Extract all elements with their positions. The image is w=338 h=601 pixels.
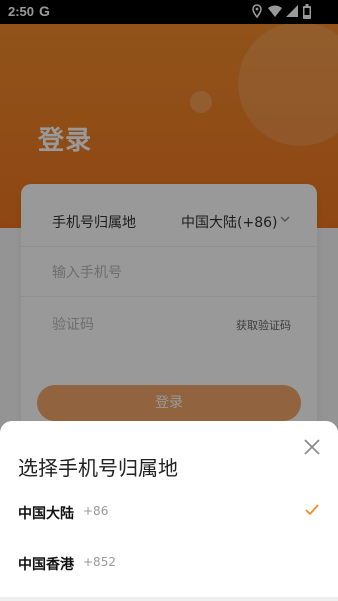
region-bottom-sheet: 选择手机号归属地 中国大陆 +86 中国香港 +852 bbox=[0, 421, 338, 601]
region-option-code: +852 bbox=[83, 555, 116, 569]
region-option-code: +86 bbox=[83, 504, 109, 518]
region-option-mainland[interactable]: 中国大陆 +86 bbox=[0, 487, 338, 537]
region-option-name: 中国大陆 bbox=[18, 506, 74, 522]
region-option-name: 中国香港 bbox=[18, 557, 74, 573]
close-icon[interactable] bbox=[302, 437, 322, 457]
check-icon bbox=[305, 504, 319, 516]
region-option-hongkong[interactable]: 中国香港 +852 bbox=[0, 538, 338, 588]
sheet-bottom-divider bbox=[0, 597, 338, 601]
sheet-title: 选择手机号归属地 bbox=[18, 456, 178, 480]
